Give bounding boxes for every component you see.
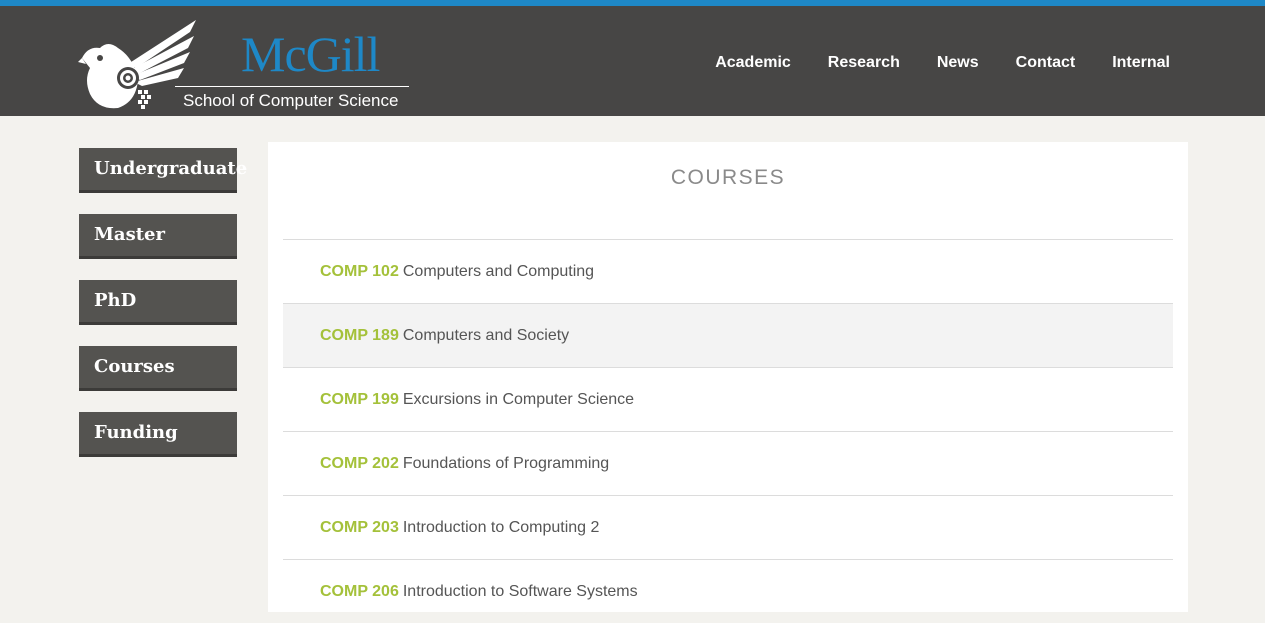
sidebar-item-phd[interactable]: PhD bbox=[79, 280, 237, 325]
course-code: COMP 102 bbox=[320, 262, 399, 280]
site-logo[interactable]: McGill School of Computer Science bbox=[78, 18, 418, 113]
nav-news[interactable]: News bbox=[937, 54, 979, 72]
nav-internal[interactable]: Internal bbox=[1112, 54, 1170, 72]
bird-logo-icon bbox=[78, 20, 196, 109]
course-row-comp-189[interactable]: COMP 189 Computers and Society bbox=[283, 303, 1173, 367]
nav-contact[interactable]: Contact bbox=[1016, 54, 1076, 72]
nav-academic[interactable]: Academic bbox=[715, 54, 791, 72]
course-code: COMP 189 bbox=[320, 326, 399, 344]
course-code: COMP 206 bbox=[320, 582, 399, 600]
course-name: Introduction to Computing 2 bbox=[402, 518, 600, 536]
course-name: Excursions in Computer Science bbox=[402, 390, 635, 408]
course-row-comp-203[interactable]: COMP 203 Introduction to Computing 2 bbox=[283, 495, 1173, 559]
course-code: COMP 203 bbox=[320, 518, 399, 536]
logo-divider bbox=[175, 86, 409, 87]
sidebar-item-courses[interactable]: Courses bbox=[79, 346, 237, 391]
site-header: McGill School of Computer Science Academ… bbox=[0, 6, 1265, 116]
sidebar-item-master[interactable]: Master bbox=[79, 214, 237, 259]
brand-name: McGill bbox=[241, 26, 380, 82]
course-row-comp-102[interactable]: COMP 102 Computers and Computing bbox=[283, 239, 1173, 303]
course-code: COMP 202 bbox=[320, 454, 399, 472]
courses-panel: COURSES COMP 102 Computers and Computing… bbox=[268, 142, 1188, 612]
page-title: COURSES bbox=[670, 166, 786, 189]
course-name: Computers and Society bbox=[402, 326, 570, 344]
sidebar-item-undergraduate[interactable]: Undergraduate bbox=[79, 148, 247, 193]
sidebar: Undergraduate Master PhD Courses Funding bbox=[79, 148, 247, 478]
course-name: Computers and Computing bbox=[402, 262, 595, 280]
course-row-comp-206[interactable]: COMP 206 Introduction to Software System… bbox=[283, 559, 1173, 623]
course-row-comp-202[interactable]: COMP 202 Foundations of Programming bbox=[283, 431, 1173, 495]
sidebar-item-funding[interactable]: Funding bbox=[79, 412, 237, 457]
course-code: COMP 199 bbox=[320, 390, 399, 408]
brand-subtitle: School of Computer Science bbox=[183, 91, 399, 110]
nav-research[interactable]: Research bbox=[828, 54, 900, 72]
course-row-comp-199[interactable]: COMP 199 Excursions in Computer Science bbox=[283, 367, 1173, 431]
course-name: Introduction to Software Systems bbox=[402, 582, 638, 600]
top-navigation: Academic Research News Contact Internal bbox=[678, 54, 1170, 72]
course-list: COMP 102 Computers and Computing COMP 18… bbox=[283, 239, 1173, 623]
course-name: Foundations of Programming bbox=[402, 454, 610, 472]
